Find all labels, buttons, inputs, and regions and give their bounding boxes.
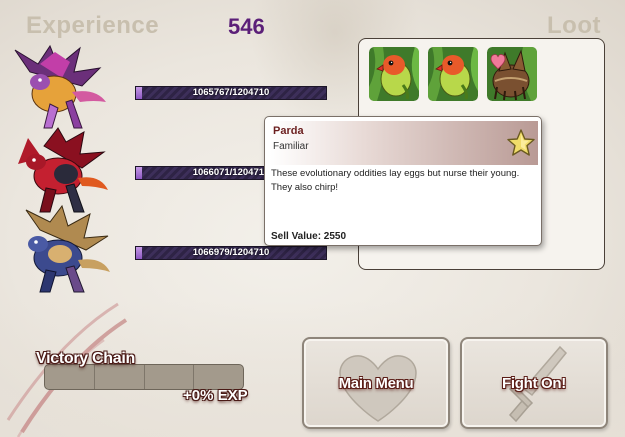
xp-bar: 1066979/1204710 [135, 246, 327, 260]
experience-value: 546 [228, 14, 265, 39]
xp-text: 1065767/1204710 [192, 87, 270, 98]
lovebird-icon[interactable] [428, 47, 478, 101]
main-menu-button[interactable]: Main Menu [302, 337, 450, 429]
tooltip-item-type: Familiar [273, 141, 309, 152]
xp-text: 1066979/1204710 [192, 247, 270, 258]
star-icon [506, 128, 536, 158]
purple-gold-dragon-icon [10, 42, 120, 134]
tooltip-sell-value: Sell Value: 2550 [271, 231, 347, 242]
xp-bar: 1065767/1204710 [135, 86, 327, 100]
chain-segment [145, 365, 195, 389]
item-tooltip: Parda Familiar These evolutionary odditi… [264, 116, 542, 246]
red-dark-dragon-icon [8, 124, 118, 216]
tooltip-description: These evolutionary oddities lay eggs but… [271, 168, 520, 193]
lovebird-icon[interactable] [369, 47, 419, 101]
parda-familiar-heart-icon[interactable] [487, 47, 537, 101]
fight-on-label: Fight On! [502, 375, 566, 392]
victory-chain-label: Victory Chain [36, 350, 135, 367]
loot-label: Loot [547, 12, 601, 39]
main-menu-label: Main Menu [338, 375, 414, 392]
blue-gold-dragon-icon [10, 204, 120, 296]
tooltip-header: Parda Familiar [270, 121, 538, 165]
fight-on-button[interactable]: Fight On! [460, 337, 608, 429]
chain-segment [45, 365, 95, 389]
chain-segment [194, 365, 243, 389]
tooltip-item-name: Parda [273, 125, 304, 137]
chain-segment [95, 365, 145, 389]
victory-chain-bonus: +0% EXP [183, 387, 248, 404]
experience-label: Experience [26, 12, 160, 39]
